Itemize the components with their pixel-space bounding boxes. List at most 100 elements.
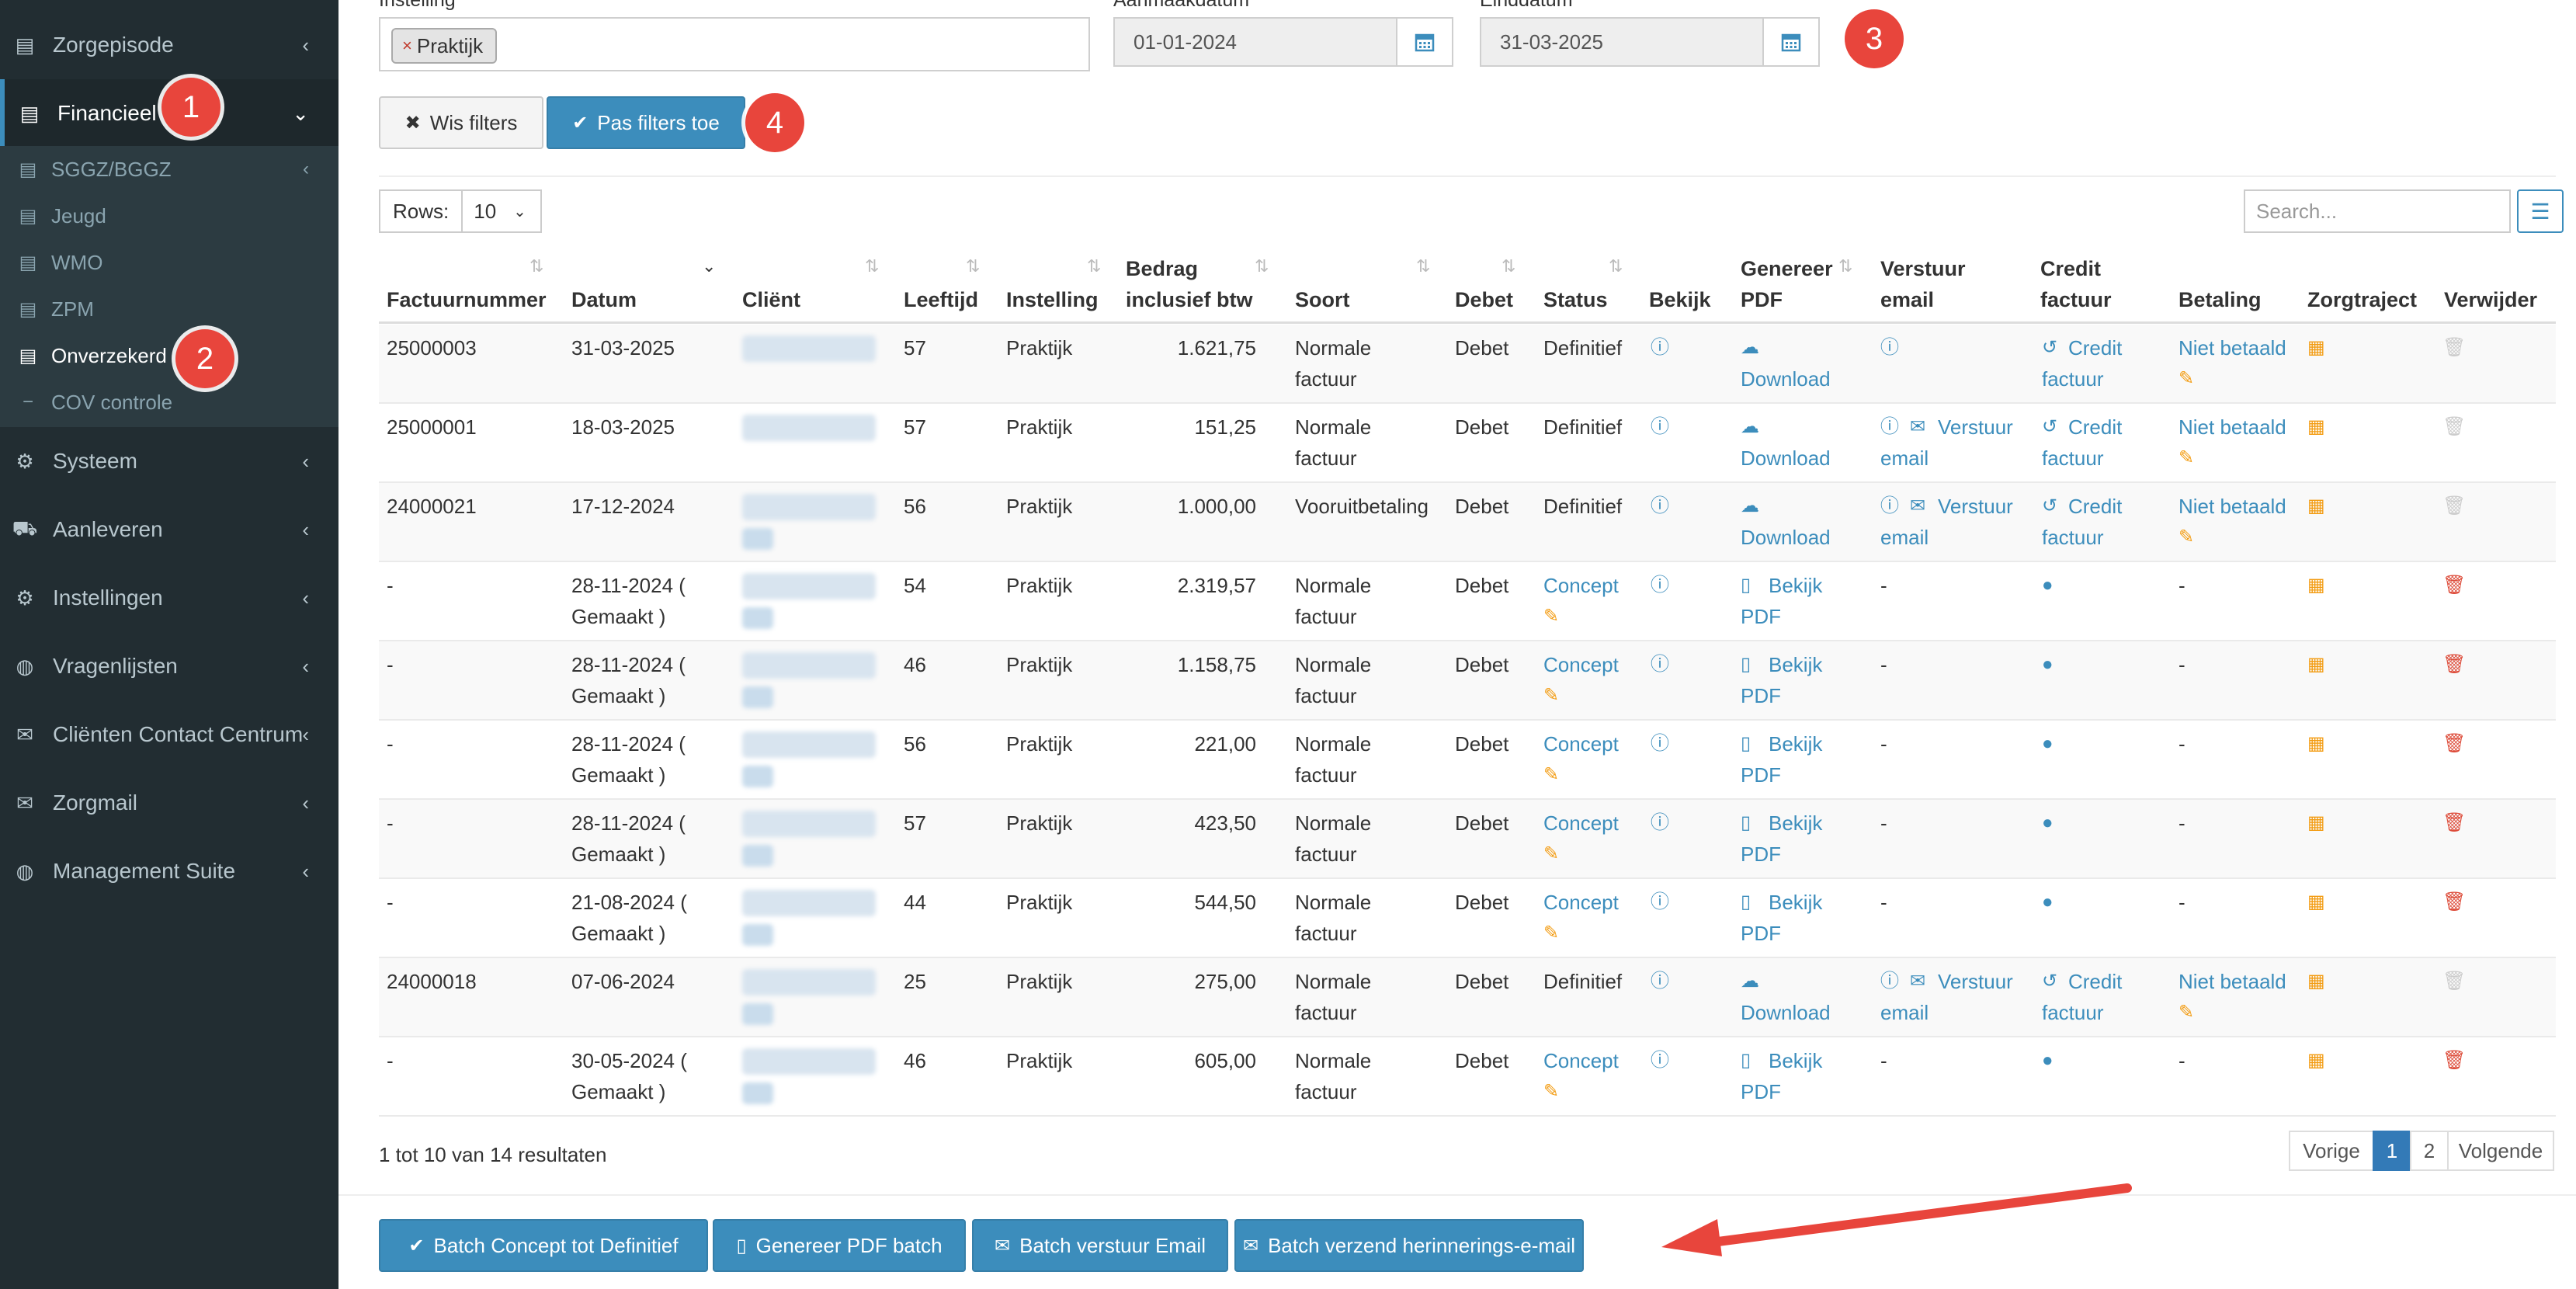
exclamation-circle-icon[interactable]: ● [2042,728,2054,759]
sort-desc-icon[interactable]: ⌄ [702,256,716,276]
batch-concept-tot-definitief-button[interactable]: ✔ Batch Concept tot Definitief [379,1219,708,1272]
envelope-icon[interactable]: ✉ [1910,491,1925,522]
col-client[interactable]: Cliënt [742,284,800,315]
bekijk-pdf-link[interactable]: Bekijk [1769,649,1822,680]
info-icon[interactable]: ⓘ [1651,570,1669,601]
columns-toggle-button[interactable]: ☰ [2517,189,2564,233]
cloud-download-icon[interactable]: ☁ [1741,412,1759,443]
betaling-link[interactable]: Niet betaald [2178,332,2286,363]
sort-icon[interactable]: ⇅ [1838,256,1852,276]
sidebar-item-systeem[interactable]: ⚙ Systeem ‹ [0,427,338,495]
bekijk-pdf-link[interactable]: Bekijk [1769,1045,1822,1076]
bekijk-pdf-link-line2[interactable]: PDF [1741,1076,1781,1107]
table-icon[interactable]: ▦ [2307,491,2325,522]
aanmaakdatum-input[interactable]: 01-01-2024 [1113,17,1397,67]
pagination-next[interactable]: Volgende [2447,1131,2554,1171]
info-icon[interactable]: ⓘ [1880,412,1899,443]
sort-icon[interactable]: ⇅ [865,256,879,276]
credit-factuur-link-line2[interactable]: factuur [2042,522,2104,553]
info-icon[interactable]: ⓘ [1651,491,1669,522]
status-concept-link[interactable]: Concept [1543,570,1619,601]
pencil-icon[interactable]: ✎ [1543,601,1559,632]
credit-factuur-link-line2[interactable]: factuur [2042,997,2104,1028]
sidebar-subitem-jeugd[interactable]: ▤ Jeugd [0,193,338,239]
aanmaakdatum-calendar-button[interactable] [1396,17,1453,67]
trash-icon[interactable]: 🗑 [2442,808,2466,839]
credit-factuur-link[interactable]: Credit [2068,491,2122,522]
sidebar-item-clienten-contact-centrum[interactable]: ✉ Cliënten Contact Centrum ‹ [0,700,338,769]
verstuur-email-link-line2[interactable]: email [1880,443,1929,474]
table-icon[interactable]: ▦ [2307,412,2325,443]
bekijk-pdf-link-line2[interactable]: PDF [1741,601,1781,632]
info-icon[interactable]: ⓘ [1651,728,1669,759]
exclamation-circle-icon[interactable]: ● [2042,808,2054,839]
table-icon[interactable]: ▦ [2307,728,2325,759]
col-soort[interactable]: Soort [1295,284,1350,315]
undo-icon[interactable]: ↺ [2042,491,2057,522]
sidebar-item-instellingen[interactable]: ⚙ Instellingen ‹ [0,564,338,632]
credit-factuur-link[interactable]: Credit [2068,412,2122,443]
cloud-download-icon[interactable]: ☁ [1741,332,1759,363]
sidebar-item-zorgmail[interactable]: ✉ Zorgmail ‹ [0,769,338,837]
pas-filters-toe-button[interactable]: ✔ Pas filters toe [547,96,745,149]
exclamation-circle-icon[interactable]: ● [2042,887,2054,918]
sidebar-item-management-suite[interactable]: ◍ Management Suite ‹ [0,837,338,905]
info-icon[interactable]: ⓘ [1651,808,1669,839]
envelope-icon[interactable]: ✉ [1910,966,1925,997]
envelope-icon[interactable]: ✉ [1910,412,1925,443]
wis-filters-button[interactable]: ✖ Wis filters [379,96,543,149]
sort-icon[interactable]: ⇅ [529,256,543,276]
info-icon[interactable]: ⓘ [1880,491,1899,522]
sort-icon[interactable]: ⇅ [1255,256,1269,276]
table-icon[interactable]: ▦ [2307,1045,2325,1076]
download-link[interactable]: Download [1741,522,1831,553]
col-leeftijd[interactable]: Leeftijd [904,284,978,315]
einddatum-calendar-button[interactable] [1762,17,1820,67]
col-status[interactable]: Status [1543,284,1608,315]
batch-verstuur-email-button[interactable]: ✉ Batch verstuur Email [972,1219,1228,1272]
sidebar-item-zorgepisode[interactable]: ▤ Zorgepisode ‹ [0,11,338,79]
verstuur-email-link[interactable]: Verstuur [1938,412,2013,443]
exclamation-circle-icon[interactable]: ● [2042,649,2054,680]
verstuur-email-link[interactable]: Verstuur [1938,966,2013,997]
betaling-link[interactable]: Niet betaald [2178,412,2286,443]
table-icon[interactable]: ▦ [2307,332,2325,363]
info-icon[interactable]: ⓘ [1880,332,1899,363]
undo-icon[interactable]: ↺ [2042,412,2057,443]
pencil-icon[interactable]: ✎ [1543,918,1559,949]
undo-icon[interactable]: ↺ [2042,332,2057,363]
exclamation-circle-icon[interactable]: ● [2042,1045,2054,1076]
sidebar-subitem-onverzekerd[interactable]: ▤ Onverzekerd [0,332,338,379]
credit-factuur-link-line2[interactable]: factuur [2042,363,2104,394]
status-concept-link[interactable]: Concept [1543,808,1619,839]
trash-icon[interactable]: 🗑 [2442,570,2466,601]
info-icon[interactable]: ⓘ [1651,887,1669,918]
pencil-icon[interactable]: ✎ [2178,363,2194,394]
sidebar-subitem-wmo[interactable]: ▤ WMO [0,239,338,286]
col-genereer[interactable]: Genereer [1741,253,1833,284]
bekijk-pdf-link-line2[interactable]: PDF [1741,759,1781,790]
sidebar-subitem-zpm[interactable]: ▤ ZPM [0,286,338,332]
cloud-download-icon[interactable]: ☁ [1741,966,1759,997]
status-concept-link[interactable]: Concept [1543,1045,1619,1076]
verstuur-email-link-line2[interactable]: email [1880,522,1929,553]
sidebar-item-aanleveren[interactable]: ⛟ Aanleveren ‹ [0,495,338,564]
trash-icon[interactable]: 🗑 [2442,887,2466,918]
genereer-pdf-batch-button[interactable]: ▯ Genereer PDF batch [713,1219,966,1272]
einddatum-input[interactable]: 31-03-2025 [1480,17,1764,67]
bekijk-pdf-link-line2[interactable]: PDF [1741,918,1781,949]
col-datum[interactable]: Datum [571,284,637,315]
bekijk-pdf-link[interactable]: Bekijk [1769,808,1822,839]
trash-icon[interactable]: 🗑 [2442,649,2466,680]
sort-icon[interactable]: ⇅ [966,256,980,276]
betaling-link[interactable]: Niet betaald [2178,491,2286,522]
sort-icon[interactable]: ⇅ [1416,256,1430,276]
undo-icon[interactable]: ↺ [2042,966,2057,997]
trash-icon[interactable]: 🗑 [2442,728,2466,759]
credit-factuur-link-line2[interactable]: factuur [2042,443,2104,474]
bekijk-pdf-link[interactable]: Bekijk [1769,728,1822,759]
credit-factuur-link[interactable]: Credit [2068,332,2122,363]
instelling-select[interactable]: × Praktijk [379,17,1090,71]
col-instelling[interactable]: Instelling [1006,284,1099,315]
pencil-icon[interactable]: ✎ [2178,997,2194,1028]
